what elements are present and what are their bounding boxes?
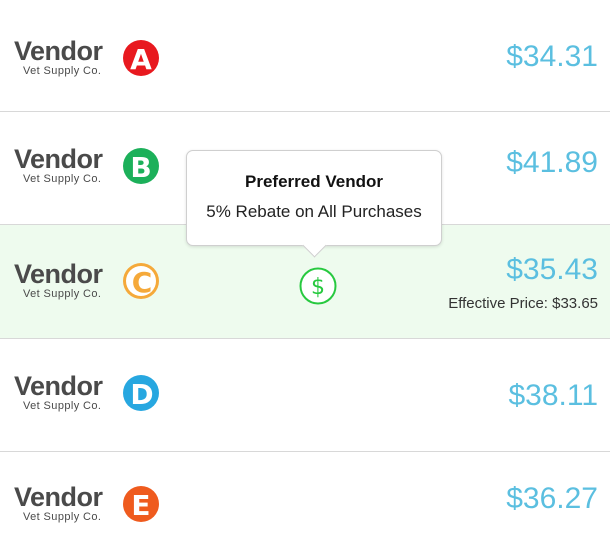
vendor-row-a[interactable]: Vendor Vet Supply Co. A $34.31 [0, 0, 610, 112]
vendor-e-price: $36.27 [506, 482, 598, 515]
letter-a-badge-icon: A [123, 40, 159, 76]
tooltip-title: Preferred Vendor [245, 172, 383, 191]
letter-c-badge-icon: C [123, 263, 159, 299]
svg-text:A: A [130, 43, 152, 76]
vendor-d-wordmark: Vendor [14, 371, 103, 401]
svg-text:B: B [130, 151, 151, 184]
vendor-e-logo: Vendor Vet Supply Co. E [14, 482, 164, 532]
vendor-d-price: $38.11 [508, 379, 598, 412]
svg-text:D: D [130, 378, 153, 411]
vendor-a-logo: Vendor Vet Supply Co. A [14, 36, 164, 86]
vendor-a-subtitle: Vet Supply Co. [23, 65, 102, 77]
vendor-c-logo: Vendor Vet Supply Co. C [14, 259, 164, 309]
svg-text:C: C [132, 266, 153, 299]
letter-d-badge-icon: D [123, 375, 159, 411]
vendor-a-price: $34.31 [506, 40, 598, 73]
vendor-b-price: $41.89 [506, 146, 598, 179]
tooltip-body: 5% Rebate on All Purchases [206, 202, 422, 221]
vendor-a-wordmark: Vendor [14, 36, 103, 66]
vendor-c-wordmark: Vendor [14, 259, 103, 289]
svg-text:E: E [131, 489, 150, 522]
letter-b-badge-icon: B [123, 148, 159, 184]
vendor-c-subtitle: Vet Supply Co. [23, 288, 102, 300]
vendor-e-wordmark: Vendor [14, 482, 103, 512]
vendor-d-logo: Vendor Vet Supply Co. D [14, 371, 164, 421]
vendor-row-e[interactable]: Vendor Vet Supply Co. E $36.27 [0, 452, 610, 556]
vendor-d-subtitle: Vet Supply Co. [23, 400, 102, 412]
vendor-row-d[interactable]: Vendor Vet Supply Co. D $38.11 [0, 339, 610, 452]
vendor-b-subtitle: Vet Supply Co. [23, 173, 102, 185]
vendor-c-price: $35.43 [506, 253, 598, 286]
vendor-c-effective-price: Effective Price: $33.65 [448, 295, 598, 312]
vendor-b-wordmark: Vendor [14, 144, 103, 174]
vendor-e-subtitle: Vet Supply Co. [23, 511, 102, 523]
letter-e-badge-icon: E [123, 486, 159, 522]
vendor-b-logo: Vendor Vet Supply Co. B [14, 144, 164, 194]
svg-text:$: $ [311, 275, 325, 300]
dollar-circle-icon[interactable]: $ [299, 267, 337, 305]
preferred-vendor-tooltip: Preferred Vendor 5% Rebate on All Purcha… [186, 150, 442, 258]
